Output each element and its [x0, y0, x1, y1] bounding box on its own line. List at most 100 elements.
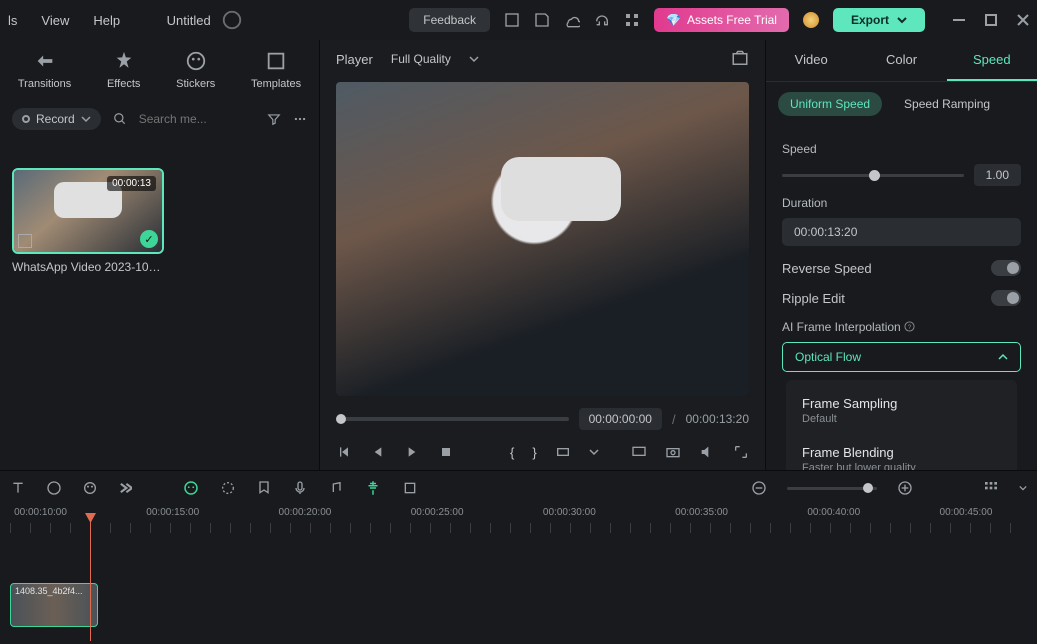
play-button[interactable] [404, 444, 420, 460]
time-separator: / [672, 412, 676, 427]
playhead[interactable] [90, 521, 91, 641]
maximize-icon[interactable] [985, 14, 997, 26]
clip-type-icon [18, 234, 32, 248]
layout-icon[interactable] [504, 12, 520, 28]
ruler-tick: 00:00:45:00 [940, 507, 993, 518]
main-area: Transitions Effects Stickers Templates R… [0, 40, 1037, 470]
option-frame-blending[interactable]: Frame BlendingFaster but lower quality [786, 435, 1017, 470]
cloud-icon[interactable] [564, 12, 580, 28]
reverse-row: Reverse Speed [782, 260, 1021, 276]
crop-tool-icon[interactable] [402, 480, 418, 496]
save-icon[interactable] [534, 12, 550, 28]
speed-value[interactable]: 1.00 [974, 164, 1021, 186]
svg-text:?: ? [908, 324, 912, 331]
preview-viewer[interactable] [336, 82, 749, 396]
prev-frame-button[interactable] [336, 444, 352, 460]
ai-interp-label: AI Frame Interpolation ? [782, 320, 1021, 334]
display-button[interactable] [631, 444, 647, 460]
time-row: 00:00:00:00 / 00:00:13:20 [320, 400, 765, 438]
ai-interp-select[interactable]: Optical Flow [782, 342, 1021, 372]
ripple-toggle[interactable] [991, 290, 1021, 306]
tab-speed[interactable]: Speed [947, 40, 1037, 81]
reverse-toggle[interactable] [991, 260, 1021, 276]
more-tools-icon[interactable] [118, 481, 132, 495]
timeline-panel: 00:00:10:00 00:00:15:00 00:00:20:00 00:0… [0, 470, 1037, 644]
ai-interp-dropdown: Frame SamplingDefault Frame BlendingFast… [786, 380, 1017, 470]
subtab-uniform[interactable]: Uniform Speed [778, 92, 882, 116]
zoom-in-button[interactable] [897, 480, 913, 496]
search-input[interactable] [139, 112, 255, 126]
color-tool-icon[interactable] [220, 480, 236, 496]
marker-tool-icon[interactable] [256, 480, 272, 496]
clip-duration-badge: 00:00:13 [107, 176, 156, 191]
tab-templates[interactable]: Templates [251, 50, 301, 90]
speed-slider[interactable] [782, 174, 964, 177]
camera-button[interactable] [665, 444, 681, 460]
headphones-icon[interactable] [594, 12, 610, 28]
duration-value[interactable]: 00:00:13:20 [782, 218, 1021, 246]
mic-tool-icon[interactable] [292, 480, 308, 496]
chevron-down-icon[interactable] [1019, 484, 1027, 492]
magnet-tool-icon[interactable] [364, 479, 382, 497]
quality-select[interactable]: Full Quality [391, 52, 479, 66]
fullscreen-button[interactable] [733, 444, 749, 460]
assets-trial-button[interactable]: 💎Assets Free Trial [654, 8, 789, 32]
zoom-out-button[interactable] [751, 480, 767, 496]
planet-icon[interactable] [803, 12, 819, 28]
scrubber[interactable] [336, 417, 569, 421]
checkmark-icon: ✓ [140, 230, 158, 248]
option-frame-sampling[interactable]: Frame SamplingDefault [786, 386, 1017, 435]
chevron-up-icon [998, 352, 1008, 362]
timeline-toolbar [10, 479, 1027, 497]
mark-in-button[interactable]: { [510, 445, 514, 460]
mark-out-button[interactable]: } [532, 445, 536, 460]
minimize-icon[interactable] [953, 14, 965, 26]
ruler-tick: 00:00:10:00 [14, 507, 67, 518]
timeline-tracks[interactable]: 1408.35_4b2f4... [10, 583, 1027, 627]
inspector-tabs: Video Color Speed [766, 40, 1037, 82]
step-back-button[interactable] [370, 444, 386, 460]
speed-panel-body: Speed 1.00 Duration 00:00:13:20 Reverse … [766, 126, 1037, 470]
ruler-tick: 00:00:20:00 [279, 507, 332, 518]
chevron-down-icon[interactable] [589, 447, 599, 457]
export-button[interactable]: Export [833, 8, 925, 32]
zoom-slider[interactable] [787, 487, 877, 490]
timeline-clip[interactable]: 1408.35_4b2f4... [10, 583, 98, 627]
tab-transitions[interactable]: Transitions [18, 50, 71, 90]
snapshot-icon[interactable] [731, 50, 749, 68]
total-time: 00:00:13:20 [686, 412, 749, 426]
speed-slider-row: 1.00 [782, 164, 1021, 186]
more-icon[interactable] [293, 112, 307, 126]
apps-icon[interactable] [624, 12, 640, 28]
ratio-button[interactable] [555, 444, 571, 460]
text-tool-icon[interactable] [10, 480, 26, 496]
chevron-down-icon [469, 54, 479, 64]
clip-name: WhatsApp Video 2023-10-05... [12, 260, 164, 274]
tab-color[interactable]: Color [856, 40, 946, 81]
mask-tool-icon[interactable] [82, 480, 98, 496]
stop-button[interactable] [438, 444, 454, 460]
speed-tool-icon[interactable] [46, 480, 62, 496]
library-panel: Transitions Effects Stickers Templates R… [0, 40, 320, 470]
search-icon[interactable] [113, 112, 127, 126]
inspector-panel: Video Color Speed Uniform Speed Speed Ra… [765, 40, 1037, 470]
audio-tool-icon[interactable] [328, 480, 344, 496]
filter-icon[interactable] [267, 112, 281, 126]
duration-label: Duration [782, 196, 1021, 210]
search-wrap [139, 112, 255, 126]
feedback-button[interactable]: Feedback [409, 8, 490, 32]
volume-button[interactable] [699, 444, 715, 460]
tab-effects[interactable]: Effects [107, 50, 140, 90]
close-icon[interactable] [1017, 14, 1029, 26]
timeline-ruler[interactable]: 00:00:10:00 00:00:15:00 00:00:20:00 00:0… [10, 507, 1027, 535]
record-button[interactable]: Record [12, 108, 101, 130]
ai-tool-icon[interactable] [182, 479, 200, 497]
help-icon[interactable]: ? [904, 321, 915, 332]
ripple-row: Ripple Edit [782, 290, 1021, 306]
ruler-tick: 00:00:30:00 [543, 507, 596, 518]
tab-video[interactable]: Video [766, 40, 856, 81]
clip-thumb[interactable]: 00:00:13 ✓ [12, 168, 164, 254]
subtab-ramping[interactable]: Speed Ramping [892, 92, 1002, 116]
grid-view-icon[interactable] [983, 480, 999, 496]
tab-stickers[interactable]: Stickers [176, 50, 215, 90]
